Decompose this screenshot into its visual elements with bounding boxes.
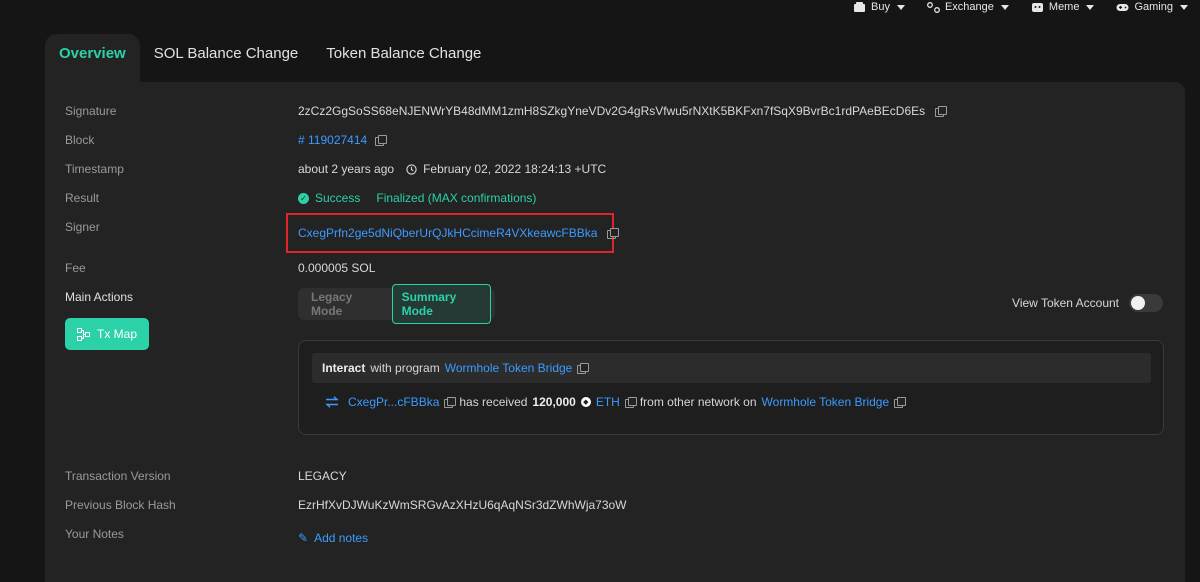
view-token-account-toggle[interactable]: [1129, 294, 1163, 312]
nav-meme-label: Meme: [1048, 1, 1080, 13]
copy-icon[interactable]: [624, 397, 637, 408]
nav-meme[interactable]: Meme: [1031, 0, 1095, 14]
timestamp-value-row: about 2 years ago February 02, 2022 18:2…: [298, 162, 606, 176]
eth-token-icon: ◆: [580, 397, 591, 407]
tab-sol-balance-change[interactable]: SOL Balance Change: [140, 34, 313, 84]
view-token-account-label: View Token Account: [1012, 296, 1119, 310]
fee-value: 0.000005 SOL: [298, 261, 376, 275]
exchange-icon: [927, 1, 940, 13]
interact-bar: Interact with program Wormhole Token Bri…: [312, 353, 1151, 383]
result-value-row: ✓ Success Finalized (MAX confirmations): [298, 191, 536, 205]
block-value-row: # 119027414: [298, 133, 388, 147]
swap-arrows-icon: [325, 396, 339, 408]
receive-line: CxegPr...cFBBka has received 120,000 ◆ E…: [325, 395, 907, 409]
from-text: from other network on: [639, 395, 757, 409]
nav-buy[interactable]: Buy: [853, 0, 905, 14]
chevron-down-icon: [1000, 4, 1009, 10]
main-actions-label: Main Actions: [65, 290, 134, 304]
signer-value-row: CxegPrfn2ge5dNiQberUrQJkHCcimeR4VXkeawcF…: [298, 226, 620, 240]
prev-block-hash-label: Previous Block Hash: [65, 498, 176, 512]
prev-block-hash-value: EzrHfXvDJWuKzWmSRGvAzXHzU6qAqNSr3dZWhWja…: [298, 498, 627, 512]
amount-value: 120,000: [532, 395, 576, 409]
signer-label: Signer: [65, 220, 100, 234]
nav-gaming[interactable]: Gaming: [1116, 0, 1188, 14]
nav-buy-label: Buy: [871, 1, 890, 13]
signature-value: 2zCz2GgSoSS68eNJENWrYB48dMM1zmH8SZkgYneV…: [298, 104, 926, 118]
fee-label: Fee: [65, 261, 86, 275]
tab-bar: Overview SOL Balance Change Token Balanc…: [45, 34, 495, 84]
timestamp-absolute: February 02, 2022 18:24:13 +UTC: [423, 162, 607, 176]
received-text: has received: [459, 395, 528, 409]
tx-map-button[interactable]: Tx Map: [65, 318, 149, 350]
timestamp-label: Timestamp: [65, 162, 124, 176]
clock-icon: [406, 163, 417, 175]
result-status: Success: [315, 191, 361, 205]
pencil-icon: ✎: [298, 531, 309, 545]
copy-icon[interactable]: [577, 363, 590, 374]
copy-icon[interactable]: [894, 397, 907, 408]
program-link[interactable]: Wormhole Token Bridge: [445, 361, 573, 375]
nav-exchange[interactable]: Exchange: [927, 0, 1009, 14]
copy-icon[interactable]: [607, 228, 620, 239]
summary-mode-button[interactable]: Summary Mode: [391, 284, 491, 324]
copy-icon[interactable]: [375, 135, 388, 146]
copy-icon[interactable]: [444, 397, 457, 408]
legacy-mode-button[interactable]: Legacy Mode: [302, 284, 388, 324]
signer-link[interactable]: CxegPrfn2ge5dNiQberUrQJkHCcimeR4VXkeawcF…: [298, 226, 597, 240]
interact-mid: with program: [370, 361, 440, 375]
tx-map-label: Tx Map: [96, 327, 137, 341]
view-token-account-row: View Token Account: [1012, 294, 1163, 312]
tx-version-value: LEGACY: [298, 469, 347, 483]
overview-panel: Signature 2zCz2GgSoSS68eNJENWrYB48dMM1zm…: [45, 82, 1185, 582]
account-link[interactable]: CxegPr...cFBBka: [348, 395, 439, 409]
chevron-down-icon: [1180, 4, 1188, 10]
signature-value-row: 2zCz2GgSoSS68eNJENWrYB48dMM1zmH8SZkgYneV…: [298, 104, 948, 118]
tx-version-label: Transaction Version: [65, 469, 171, 483]
check-circle-icon: ✓: [298, 192, 309, 204]
add-notes-row[interactable]: ✎ Add notes: [298, 531, 368, 545]
gaming-icon: [1116, 3, 1129, 11]
tab-token-balance-change[interactable]: Token Balance Change: [312, 34, 495, 84]
timestamp-relative: about 2 years ago: [298, 162, 395, 176]
copy-icon[interactable]: [935, 106, 948, 117]
nav-exchange-label: Exchange: [944, 1, 994, 13]
block-label: Block: [65, 133, 95, 147]
top-navigation: Buy Exchange Meme Gaming: [853, 0, 1200, 14]
add-notes-link[interactable]: Add notes: [314, 531, 368, 545]
network-icon: [76, 327, 90, 341]
main-actions-box: Interact with program Wormhole Token Bri…: [298, 340, 1164, 435]
interact-prefix: Interact: [322, 361, 366, 375]
result-label: Result: [65, 191, 100, 205]
notes-label: Your Notes: [65, 527, 124, 541]
chevron-down-icon: [896, 4, 905, 10]
bridge-link[interactable]: Wormhole Token Bridge: [762, 395, 890, 409]
tab-overview[interactable]: Overview: [45, 34, 140, 84]
token-link[interactable]: ETH: [596, 395, 620, 409]
meme-icon: [1031, 2, 1043, 12]
nav-gaming-label: Gaming: [1134, 1, 1173, 13]
mode-toggle: Legacy Mode Summary Mode: [298, 284, 495, 324]
block-link[interactable]: # 119027414: [298, 133, 367, 147]
signature-label: Signature: [65, 104, 117, 118]
chevron-down-icon: [1086, 4, 1095, 10]
buy-icon: [854, 1, 865, 12]
result-finality: Finalized (MAX confirmations): [376, 191, 537, 205]
